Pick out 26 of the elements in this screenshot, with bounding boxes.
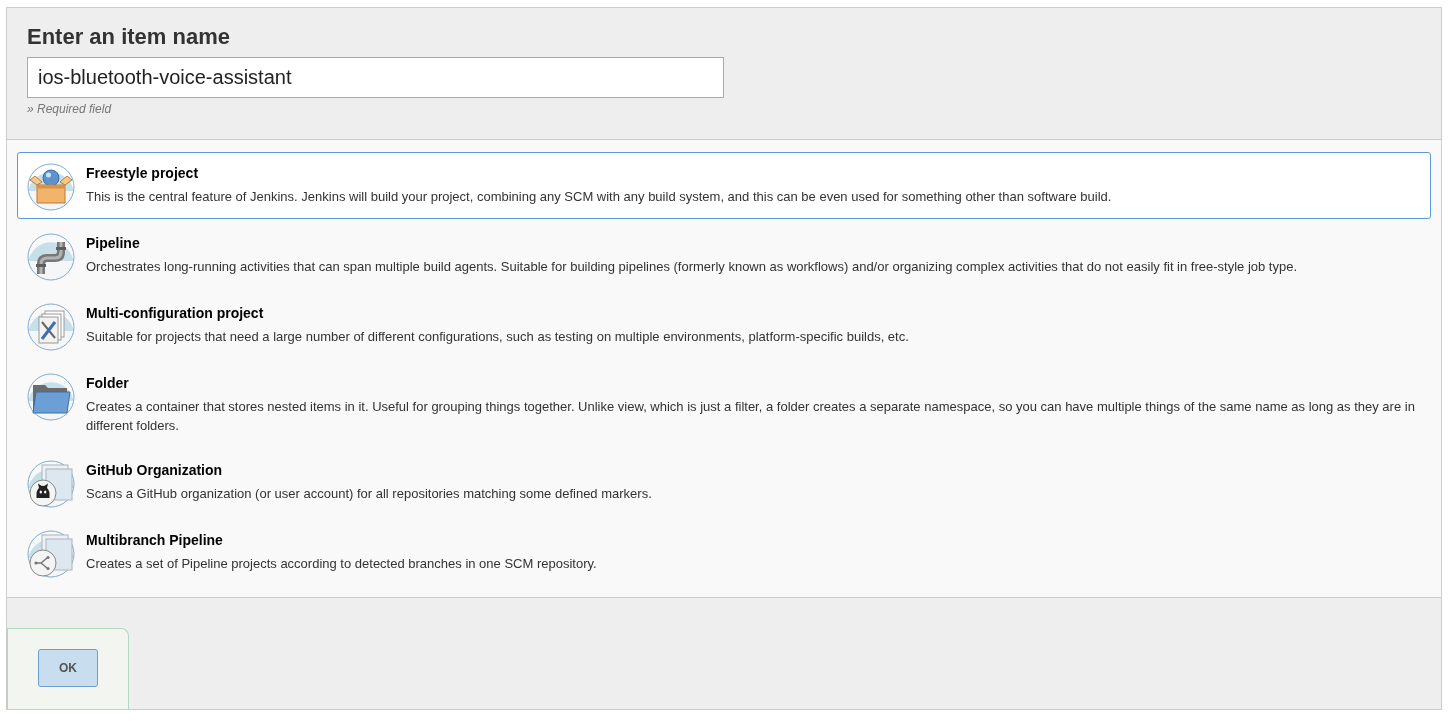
cat-badge-folder-icon: [27, 460, 75, 508]
item-type-description: Suitable for projects that need a large number of different configurations, such as testing on multiple environments, platform-specific builds, etc.: [86, 328, 910, 346]
item-name-field[interactable]: ios-bluetooth-voice-assistant: [27, 57, 724, 98]
item-type-title: Freestyle project: [86, 164, 199, 183]
item-type-option[interactable]: Multibranch Pipeline Creates a set of Pipeline projects according to detected branches in one SCM repository.: [17, 519, 1431, 586]
required-field-hint: » Required field: [27, 101, 112, 117]
ok-button[interactable]: OK: [38, 649, 98, 687]
item-type-description: This is the central feature of Jenkins. Jenkins will build your project, combining any SCM with any build system, and this can be even used for something other than software build.: [86, 188, 1113, 206]
folder-icon: [27, 373, 75, 421]
item-type-title: Multi-configuration project: [86, 304, 264, 323]
box-with-ball-icon: [27, 163, 75, 211]
branch-badge-folder-icon: [27, 530, 75, 578]
item-type-option[interactable]: GitHub Organization Scans a GitHub organization (or user account) for all repositories matching some defined markers.: [17, 449, 1431, 516]
item-type-description: Creates a set of Pipeline projects according to detected branches in one SCM repository.: [86, 555, 598, 573]
item-type-description: Scans a GitHub organization (or user account) for all repositories matching some defined markers.: [86, 485, 653, 503]
item-type-option[interactable]: Multi-configuration project Suitable for projects that need a large number of different configurations, such as testing on multiple environments, platform-specific builds, etc.: [17, 292, 1431, 359]
item-type-title: Multibranch Pipeline: [86, 531, 223, 550]
form-title: Enter an item name: [27, 23, 230, 51]
pages-with-tools-icon: [27, 303, 75, 351]
pipe-icon: [27, 233, 75, 281]
item-type-title: Pipeline: [86, 234, 140, 253]
item-type-option[interactable]: Freestyle project This is the central feature of Jenkins. Jenkins will build your project, combining any SCM with any build system, and this can be even used for something other than software build.: [17, 152, 1431, 219]
item-type-title: GitHub Organization: [86, 461, 223, 480]
item-type-description: Creates a container that stores nested items in it. Useful for grouping things together. Unlike view, which is just a filter, a folder creates a separate namespace, so you can have multiple things of the same name as long as they are in different folders.: [86, 398, 1416, 435]
item-type-title: Folder: [86, 374, 129, 393]
item-type-description: Orchestrates long-running activities that can span multiple build agents. Suitable for building pipelines (formerly known as workflows) and/or organizing complex activities that do not easily fit in free-style job type.: [86, 258, 1299, 276]
